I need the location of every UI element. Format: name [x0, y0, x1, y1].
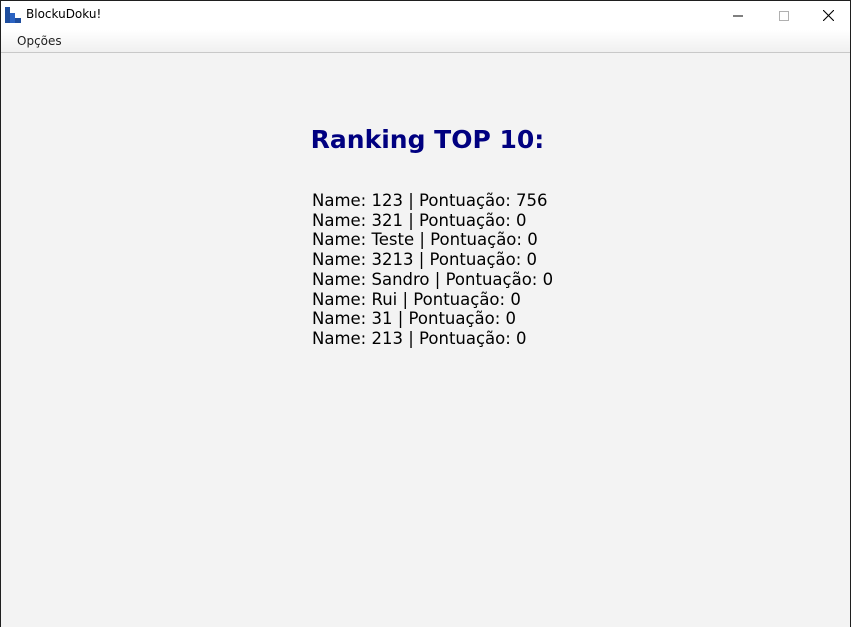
app-blocks-icon	[5, 7, 21, 23]
ranking-list: Name: 123 | Pontuação: 756 Name: 321 | P…	[312, 191, 553, 349]
ranking-title: Ranking TOP 10:	[310, 125, 545, 154]
ranking-entry: Name: Sandro | Pontuação: 0	[312, 269, 554, 289]
menu-opcoes[interactable]: Opções	[11, 30, 68, 52]
ranking-panel: Ranking TOP 10: Name: 123 | Pontuação: 7…	[1, 53, 850, 627]
window-title: BlockuDoku!	[26, 7, 102, 21]
ranking-entry: Name: Rui | Pontuação: 0	[312, 289, 521, 309]
minimize-icon	[733, 11, 743, 21]
maximize-icon	[779, 10, 789, 21]
app-window: BlockuDoku! Opções Ranking TOP 10: Name:…	[0, 0, 851, 627]
ranking-entry: Name: 31 | Pontuação: 0	[312, 309, 517, 329]
minimize-button[interactable]	[715, 1, 761, 30]
ranking-entry: Name: 213 | Pontuação: 0	[312, 328, 527, 348]
title-bar[interactable]: BlockuDoku!	[1, 1, 850, 30]
ranking-entry: Name: 123 | Pontuação: 756	[312, 191, 548, 210]
ranking-entry: Name: 3213 | Pontuação: 0	[312, 250, 538, 270]
ranking-entry: Name: Teste | Pontuação: 0	[312, 230, 538, 250]
ranking-entry: Name: 321 | Pontuação: 0	[312, 210, 527, 230]
maximize-button[interactable]	[761, 1, 807, 30]
menu-bar: Opções	[1, 30, 850, 53]
close-icon	[822, 10, 834, 21]
close-button[interactable]	[805, 1, 850, 30]
